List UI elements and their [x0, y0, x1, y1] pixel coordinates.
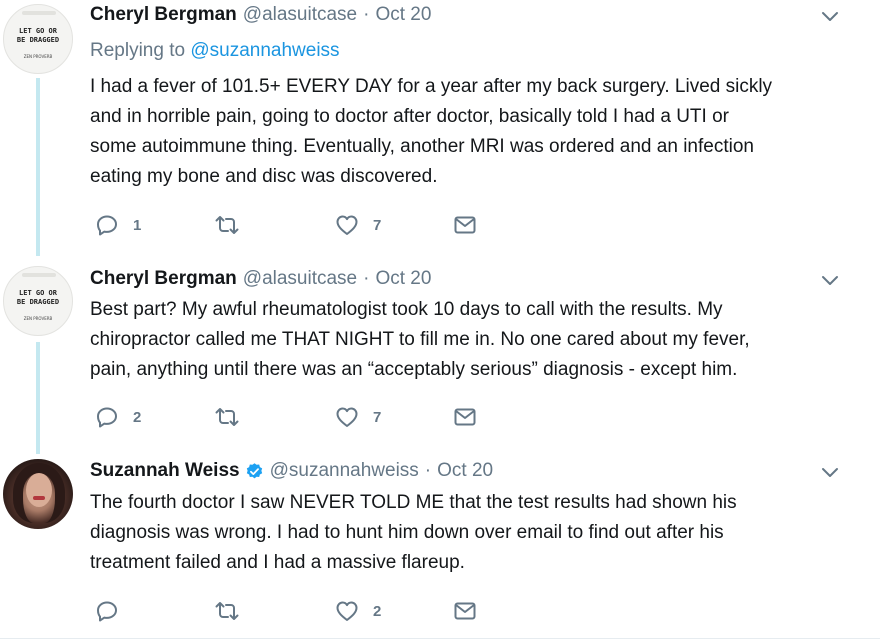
tweet-actions: 2	[95, 599, 495, 623]
user-handle[interactable]: @alasuitcase	[243, 4, 357, 26]
tweet[interactable]: Suzannah Weiss @suzannahweiss · Oct 20 T…	[0, 455, 880, 638]
text-line: treatment failed and I had a massive fla…	[90, 552, 465, 573]
avatar-sign-subtext: ZEN PROVERB	[23, 54, 53, 59]
tweet-text: The fourth doctor I saw NEVER TOLD ME th…	[90, 488, 850, 578]
tweet-text: Best part? My awful rheumatologist took …	[90, 295, 850, 385]
text-line: and in horrible pain, going to doctor af…	[90, 106, 729, 127]
text-line: some autoimmune thing. Eventually, anoth…	[90, 136, 754, 157]
separator: ·	[363, 4, 370, 25]
text-line: eating my bone and disc was discovered.	[90, 166, 438, 187]
avatar[interactable]: LET GO OR BE DRAGGED ZEN PROVERB	[3, 4, 73, 74]
retweet-icon	[215, 602, 239, 620]
chevron-down-icon[interactable]	[820, 274, 840, 288]
like-count: 7	[373, 216, 382, 234]
tweet[interactable]: LET GO OR BE DRAGGED ZEN PROVERB Cheryl …	[0, 262, 880, 447]
retweet-icon	[215, 216, 239, 234]
like-count: 7	[373, 408, 382, 426]
avatar-sign-decoration	[22, 273, 56, 277]
reply-icon	[97, 407, 117, 428]
display-name[interactable]: Cheryl Bergman	[90, 268, 237, 290]
divider	[0, 638, 880, 639]
text-line: chiropractor called me THAT NIGHT to fil…	[90, 329, 750, 350]
reply-icon	[97, 215, 117, 236]
separator: ·	[363, 268, 370, 289]
reply-context: Replying to @suzannahweiss	[90, 40, 340, 62]
text-line: I had a fever of 101.5+ EVERY DAY for a …	[90, 76, 773, 97]
reply-icon	[97, 601, 117, 622]
reply-button[interactable]: 2	[95, 405, 141, 429]
avatar-face	[26, 473, 52, 507]
tweet-date[interactable]: Oct 20	[375, 4, 431, 26]
reply-prefix: Replying to	[90, 40, 186, 61]
retweet-button[interactable]	[215, 405, 239, 429]
reply-button[interactable]: 1	[95, 213, 141, 237]
direct-message-button[interactable]	[453, 405, 477, 429]
envelope-icon	[454, 408, 476, 426]
separator: ·	[424, 460, 432, 481]
reply-count: 2	[133, 408, 142, 426]
tweet-actions: 1 7	[95, 213, 495, 237]
tweet-date[interactable]: Oct 20	[375, 268, 431, 290]
direct-message-button[interactable]	[453, 599, 477, 623]
avatar-sign-text: LET GO OR BE DRAGGED	[16, 27, 60, 44]
avatar[interactable]	[3, 459, 73, 529]
reply-button[interactable]	[95, 599, 119, 623]
avatar[interactable]: LET GO OR BE DRAGGED ZEN PROVERB	[3, 266, 73, 336]
avatar-sign-decoration	[22, 11, 56, 15]
text-line: The fourth doctor I saw NEVER TOLD ME th…	[90, 492, 737, 513]
avatar-sign-subtext: ZEN PROVERB	[23, 316, 53, 321]
text-line: Best part? My awful rheumatologist took …	[90, 299, 723, 320]
tweet[interactable]: LET GO OR BE DRAGGED ZEN PROVERB Cheryl …	[0, 0, 880, 250]
text-line: pain, anything until there was an “accep…	[90, 359, 738, 380]
heart-icon	[336, 601, 358, 621]
tweet-header: Cheryl Bergman @alasuitcase · Oct 20	[90, 268, 431, 290]
avatar-sign-text: LET GO OR BE DRAGGED	[16, 289, 60, 306]
tweet-date[interactable]: Oct 20	[437, 460, 493, 482]
verified-badge-icon	[246, 462, 262, 478]
like-button[interactable]: 7	[335, 213, 381, 237]
display-name[interactable]: Suzannah Weiss	[90, 460, 240, 482]
like-count: 2	[373, 602, 382, 620]
reply-handle-link[interactable]: @suzannahweiss	[190, 40, 339, 61]
envelope-icon	[454, 216, 476, 234]
retweet-button[interactable]	[215, 599, 239, 623]
text-line: diagnosis was wrong. I had to hunt him d…	[90, 522, 724, 543]
user-handle[interactable]: @suzannahweiss	[270, 460, 419, 482]
tweet-header: Cheryl Bergman @alasuitcase · Oct 20	[90, 4, 431, 26]
chevron-down-icon[interactable]	[820, 466, 840, 480]
display-name[interactable]: Cheryl Bergman	[90, 4, 237, 26]
avatar-lips	[33, 496, 45, 500]
retweet-icon	[215, 408, 239, 426]
heart-icon	[336, 407, 358, 427]
tweet-header: Suzannah Weiss @suzannahweiss · Oct 20	[90, 460, 493, 482]
like-button[interactable]: 2	[335, 599, 381, 623]
direct-message-button[interactable]	[453, 213, 477, 237]
reply-count: 1	[133, 216, 142, 234]
tweet-actions: 2 7	[95, 405, 495, 429]
chevron-down-icon[interactable]	[820, 10, 840, 24]
tweet-text: I had a fever of 101.5+ EVERY DAY for a …	[90, 72, 850, 192]
envelope-icon	[454, 602, 476, 620]
retweet-button[interactable]	[215, 213, 239, 237]
heart-icon	[336, 215, 358, 235]
user-handle[interactable]: @alasuitcase	[243, 268, 357, 290]
like-button[interactable]: 7	[335, 405, 381, 429]
